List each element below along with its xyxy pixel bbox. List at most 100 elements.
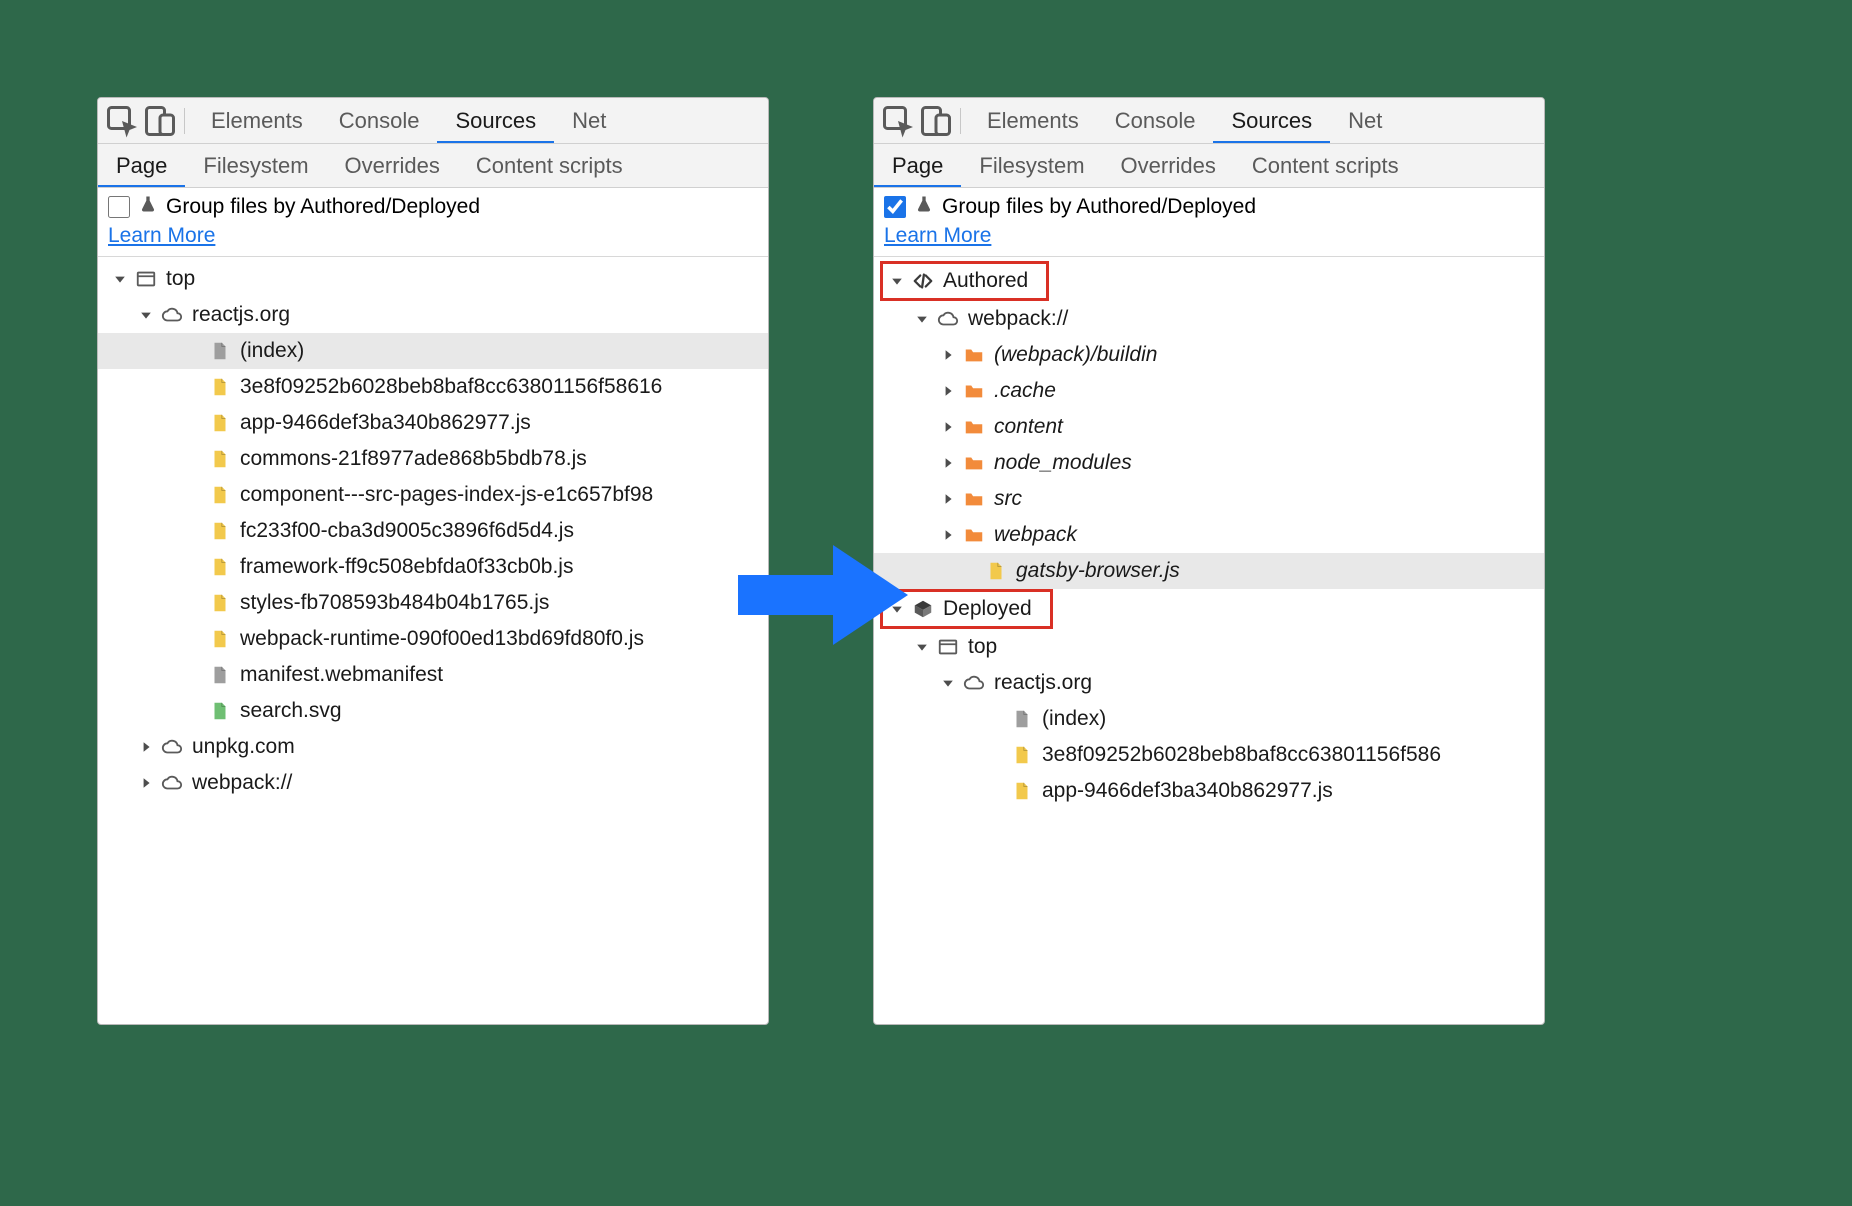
tree-row-label: app-9466def3ba340b862977.js xyxy=(1042,779,1333,803)
subtab-overrides[interactable]: Overrides xyxy=(327,144,458,188)
file-gray-icon xyxy=(208,340,232,362)
tree-row[interactable]: Deployed xyxy=(883,592,1032,626)
learn-more-link[interactable]: Learn More xyxy=(884,224,1534,248)
tree-row[interactable]: webpack xyxy=(874,517,1544,553)
disclosure-triangle-icon[interactable] xyxy=(889,601,905,617)
disclosure-triangle-icon[interactable] xyxy=(940,491,956,507)
folder-orange-icon xyxy=(962,488,986,510)
devtools-topbar: Elements Console Sources Net xyxy=(98,98,768,144)
cloud-icon xyxy=(962,672,986,694)
subtab-page[interactable]: Page xyxy=(874,144,961,188)
disclosure-triangle-icon[interactable] xyxy=(940,675,956,691)
tree-row[interactable]: (index) xyxy=(874,701,1544,737)
device-toggle-icon[interactable] xyxy=(918,103,954,139)
disclosure-triangle-icon[interactable] xyxy=(940,383,956,399)
folder-orange-icon xyxy=(962,380,986,402)
tree-row[interactable]: component---src-pages-index-js-e1c657bf9… xyxy=(98,477,768,513)
groupby-label: Group files by Authored/Deployed xyxy=(166,195,480,219)
tree-row[interactable]: Authored xyxy=(883,264,1028,298)
disclosure-triangle-icon[interactable] xyxy=(138,775,154,791)
tree-row-label: fc233f00-cba3d9005c3896f6d5d4.js xyxy=(240,519,574,543)
subtab-filesystem[interactable]: Filesystem xyxy=(185,144,326,188)
tree-row[interactable]: unpkg.com xyxy=(98,729,768,765)
file-gray-icon xyxy=(1010,708,1034,730)
tab-console[interactable]: Console xyxy=(321,98,438,144)
disclosure-triangle-icon xyxy=(186,595,202,611)
device-toggle-icon[interactable] xyxy=(142,103,178,139)
source-tree: Authoredwebpack://(webpack)/buildin.cach… xyxy=(874,257,1544,813)
disclosure-triangle-icon xyxy=(186,487,202,503)
groupby-checkbox[interactable] xyxy=(108,196,130,218)
tree-row[interactable]: app-9466def3ba340b862977.js xyxy=(874,773,1544,809)
groupby-bar: Group files by Authored/Deployed Learn M… xyxy=(98,188,768,257)
subtab-contentscripts[interactable]: Content scripts xyxy=(1234,144,1417,188)
sources-subtabs: Page Filesystem Overrides Content script… xyxy=(874,144,1544,188)
tab-network[interactable]: Net xyxy=(554,98,624,144)
tree-row[interactable]: search.svg xyxy=(98,693,768,729)
disclosure-triangle-icon[interactable] xyxy=(940,419,956,435)
tree-row[interactable]: gatsby-browser.js xyxy=(874,553,1544,589)
devtools-panel-before: Elements Console Sources Net Page Filesy… xyxy=(97,97,769,1025)
tree-row[interactable]: (index) xyxy=(98,333,768,369)
tab-network[interactable]: Net xyxy=(1330,98,1400,144)
tree-row[interactable]: reactjs.org xyxy=(98,297,768,333)
experiment-icon xyxy=(914,194,934,220)
tab-sources[interactable]: Sources xyxy=(1213,98,1330,144)
tree-row[interactable]: reactjs.org xyxy=(874,665,1544,701)
subtab-contentscripts[interactable]: Content scripts xyxy=(458,144,641,188)
tree-row[interactable]: top xyxy=(98,261,768,297)
tree-row-label: 3e8f09252b6028beb8baf8cc63801156f58616 xyxy=(240,375,662,399)
disclosure-triangle-icon xyxy=(186,379,202,395)
disclosure-triangle-icon xyxy=(988,783,1004,799)
inspect-icon[interactable] xyxy=(104,103,140,139)
tab-sources[interactable]: Sources xyxy=(437,98,554,144)
disclosure-triangle-icon[interactable] xyxy=(914,311,930,327)
disclosure-triangle-icon[interactable] xyxy=(940,347,956,363)
tree-row[interactable]: fc233f00-cba3d9005c3896f6d5d4.js xyxy=(98,513,768,549)
tree-row[interactable]: (webpack)/buildin xyxy=(874,337,1544,373)
tree-row[interactable]: webpack-runtime-090f00ed13bd69fd80f0.js xyxy=(98,621,768,657)
disclosure-triangle-icon[interactable] xyxy=(940,455,956,471)
tree-row[interactable]: framework-ff9c508ebfda0f33cb0b.js xyxy=(98,549,768,585)
groupby-checkbox[interactable] xyxy=(884,196,906,218)
subtab-page[interactable]: Page xyxy=(98,144,185,188)
inspect-icon[interactable] xyxy=(880,103,916,139)
sources-subtabs: Page Filesystem Overrides Content script… xyxy=(98,144,768,188)
tree-row[interactable]: top xyxy=(874,629,1544,665)
disclosure-triangle-icon[interactable] xyxy=(138,307,154,323)
tree-row[interactable]: webpack:// xyxy=(874,301,1544,337)
disclosure-triangle-icon[interactable] xyxy=(112,271,128,287)
tree-row[interactable]: manifest.webmanifest xyxy=(98,657,768,693)
file-yellow-icon xyxy=(984,560,1008,582)
tree-row[interactable]: node_modules xyxy=(874,445,1544,481)
tree-row-label: styles-fb708593b484b04b1765.js xyxy=(240,591,549,615)
tree-row[interactable]: content xyxy=(874,409,1544,445)
tree-row[interactable]: app-9466def3ba340b862977.js xyxy=(98,405,768,441)
disclosure-triangle-icon[interactable] xyxy=(914,639,930,655)
tree-row[interactable]: webpack:// xyxy=(98,765,768,801)
frame-icon xyxy=(936,636,960,658)
tab-console[interactable]: Console xyxy=(1097,98,1214,144)
folder-orange-icon xyxy=(962,416,986,438)
tree-row-label: component---src-pages-index-js-e1c657bf9… xyxy=(240,483,653,507)
disclosure-triangle-icon[interactable] xyxy=(940,527,956,543)
file-yellow-icon xyxy=(208,520,232,542)
tree-row[interactable]: src xyxy=(874,481,1544,517)
tab-elements[interactable]: Elements xyxy=(193,98,321,144)
tree-row[interactable]: .cache xyxy=(874,373,1544,409)
callout-highlight: Authored xyxy=(880,261,1049,301)
tree-row[interactable]: commons-21f8977ade868b5bdb78.js xyxy=(98,441,768,477)
subtab-filesystem[interactable]: Filesystem xyxy=(961,144,1102,188)
tree-row-label: manifest.webmanifest xyxy=(240,663,443,687)
tree-row[interactable]: 3e8f09252b6028beb8baf8cc63801156f586 xyxy=(874,737,1544,773)
subtab-overrides[interactable]: Overrides xyxy=(1103,144,1234,188)
tree-row[interactable]: styles-fb708593b484b04b1765.js xyxy=(98,585,768,621)
learn-more-link[interactable]: Learn More xyxy=(108,224,758,248)
tab-elements[interactable]: Elements xyxy=(969,98,1097,144)
file-yellow-icon xyxy=(208,376,232,398)
tree-row[interactable]: 3e8f09252b6028beb8baf8cc63801156f58616 xyxy=(98,369,768,405)
disclosure-triangle-icon[interactable] xyxy=(138,739,154,755)
disclosure-triangle-icon[interactable] xyxy=(889,273,905,289)
tree-row-label: webpack:// xyxy=(192,771,292,795)
tree-row-label: Deployed xyxy=(943,597,1032,621)
